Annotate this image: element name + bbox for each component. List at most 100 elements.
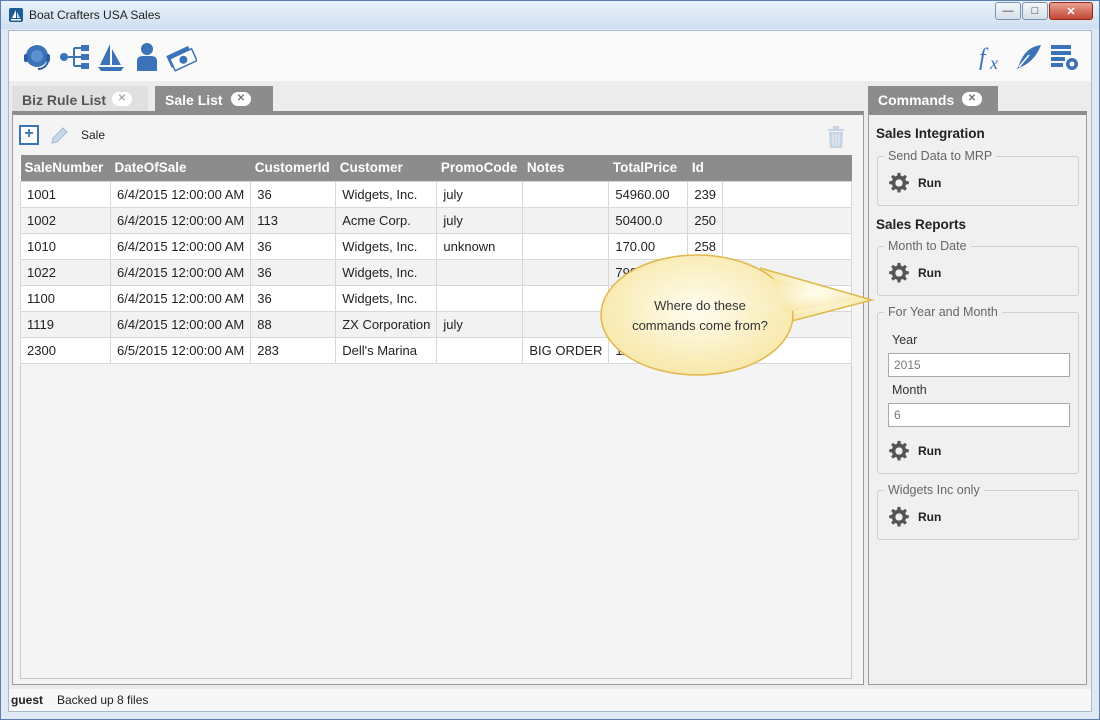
tab-sale-list[interactable]: Sale List ✕ — [155, 86, 273, 112]
column-header-customer[interactable]: Customer — [335, 155, 437, 181]
cell-dateofsale[interactable]: 6/4/2015 12:00:00 AM — [109, 232, 252, 260]
cell-notes[interactable] — [522, 310, 610, 338]
cell-promocode[interactable] — [436, 258, 524, 286]
cell-promocode[interactable]: unknown — [436, 232, 524, 260]
user-icon[interactable] — [131, 41, 163, 73]
column-header-id[interactable]: Id — [687, 155, 723, 181]
sales-reports-heading: Sales Reports — [876, 217, 967, 232]
table-row[interactable]: 1010 6/4/2015 12:00:00 AM 36 Widgets, In… — [20, 232, 852, 260]
cell-customer[interactable]: Widgets, Inc. — [335, 180, 438, 208]
cell-totalprice[interactable]: 112 — [608, 336, 689, 364]
cell-salenumber[interactable]: 1002 — [20, 206, 111, 234]
cell-salenumber[interactable]: 1001 — [20, 180, 111, 208]
tab-sale-list-close-icon[interactable]: ✕ — [231, 92, 251, 106]
cell-id[interactable]: 250 — [687, 206, 724, 234]
add-sale-button[interactable]: + — [19, 125, 39, 145]
cell-customer[interactable]: Widgets, Inc. — [335, 258, 438, 286]
maximize-button[interactable]: □ — [1022, 2, 1048, 20]
tab-biz-rule-list-close-icon[interactable]: ✕ — [112, 92, 132, 106]
run-month-to-date-button[interactable]: Run — [888, 261, 941, 285]
cell-id[interactable] — [687, 258, 724, 286]
cell-id[interactable]: 258 — [687, 232, 724, 260]
cell-customerid[interactable]: 113 — [250, 206, 337, 234]
cell-salenumber[interactable]: 1010 — [20, 232, 111, 260]
cell-id[interactable]: 239 — [687, 180, 724, 208]
cell-customer[interactable]: Widgets, Inc. — [335, 284, 438, 312]
list-settings-icon[interactable] — [1049, 41, 1081, 73]
send-data-to-mrp-group: Send Data to MRP Run — [877, 149, 1079, 206]
cell-customer[interactable]: Acme Corp. — [335, 206, 438, 234]
cell-dateofsale[interactable]: 6/4/2015 12:00:00 AM — [109, 310, 252, 338]
cell-customerid[interactable]: 36 — [250, 180, 337, 208]
cell-notes[interactable] — [522, 232, 610, 260]
cell-salenumber[interactable]: 1022 — [20, 258, 111, 286]
cell-customerid[interactable]: 36 — [250, 284, 337, 312]
run-widgets-inc-button[interactable]: Run — [888, 505, 941, 529]
column-header-customerid[interactable]: CustomerId — [250, 155, 336, 181]
cell-customer[interactable]: Dell's Marina — [335, 336, 438, 364]
tab-biz-rule-list[interactable]: Biz Rule List ✕ — [12, 86, 148, 112]
cell-filler — [722, 232, 852, 260]
cell-customerid[interactable]: 283 — [250, 336, 337, 364]
cell-totalprice[interactable]: 50400.0 — [608, 206, 689, 234]
cell-totalprice[interactable]: 170.00 — [608, 232, 689, 260]
minimize-button[interactable]: — — [995, 2, 1021, 20]
close-button[interactable]: ✕ — [1049, 2, 1093, 20]
cell-salenumber[interactable]: 1119 — [20, 310, 111, 338]
cell-promocode[interactable]: july — [436, 206, 524, 234]
cell-promocode[interactable]: july — [436, 180, 524, 208]
status-bar: guest Backed up 8 files — [9, 689, 1091, 711]
cell-notes[interactable] — [522, 180, 610, 208]
cell-customerid[interactable]: 88 — [250, 310, 337, 338]
cell-dateofsale[interactable]: 6/4/2015 12:00:00 AM — [109, 258, 252, 286]
table-row[interactable]: 2300 6/5/2015 12:00:00 AM 283 Dell's Mar… — [20, 336, 852, 364]
cell-dateofsale[interactable]: 6/5/2015 12:00:00 AM — [109, 336, 252, 364]
cell-customerid[interactable]: 36 — [250, 232, 337, 260]
svg-text:x: x — [989, 53, 998, 73]
hierarchy-icon[interactable] — [59, 41, 91, 73]
cell-customerid[interactable]: 36 — [250, 258, 337, 286]
edit-pencil-icon[interactable] — [49, 126, 69, 146]
sailboat-icon[interactable] — [95, 41, 127, 73]
run-send-data-button[interactable]: Run — [888, 171, 941, 195]
cell-customer[interactable]: ZX Corporation — [335, 310, 438, 338]
cell-notes[interactable] — [522, 206, 610, 234]
column-header-notes[interactable]: Notes — [522, 155, 609, 181]
gear-icon — [889, 440, 909, 461]
cell-salenumber[interactable]: 2300 — [20, 336, 111, 364]
cell-dateofsale[interactable]: 6/4/2015 12:00:00 AM — [109, 284, 252, 312]
year-input[interactable]: 2015 — [888, 353, 1070, 377]
column-header-salenumber[interactable]: SaleNumber — [20, 155, 111, 181]
cell-salenumber[interactable]: 1100 — [20, 284, 111, 312]
cell-totalprice[interactable]: 790 — [608, 258, 689, 286]
money-icon[interactable] — [165, 41, 197, 73]
cell-promocode[interactable]: july — [436, 310, 524, 338]
cell-customer[interactable]: Widgets, Inc. — [335, 232, 438, 260]
cell-dateofsale[interactable]: 6/4/2015 12:00:00 AM — [109, 206, 252, 234]
cell-dateofsale[interactable]: 6/4/2015 12:00:00 AM — [109, 180, 252, 208]
column-header-totalprice[interactable]: TotalPrice — [608, 155, 688, 181]
table-row[interactable]: 1001 6/4/2015 12:00:00 AM 36 Widgets, In… — [20, 180, 852, 208]
title-bar[interactable]: Boat Crafters USA Sales — □ ✕ — [1, 1, 1099, 29]
run-year-month-button[interactable]: Run — [888, 439, 941, 463]
column-header-dateofsale[interactable]: DateOfSale — [110, 155, 251, 181]
cell-promocode[interactable] — [436, 336, 524, 364]
table-row[interactable]: 1022 6/4/2015 12:00:00 AM 36 Widgets, In… — [20, 258, 852, 286]
quill-icon[interactable] — [1013, 41, 1045, 73]
gear-icon — [889, 262, 909, 283]
table-row[interactable]: 1002 6/4/2015 12:00:00 AM 113 Acme Corp.… — [20, 206, 852, 234]
cell-notes[interactable]: BIG ORDER — [522, 336, 610, 364]
support-icon[interactable] — [21, 41, 53, 73]
cell-notes[interactable] — [522, 284, 610, 312]
year-and-month-title: For Year and Month — [884, 305, 1002, 319]
cell-notes[interactable] — [522, 258, 610, 286]
cell-promocode[interactable] — [436, 284, 524, 312]
column-header-promocode[interactable]: PromoCode — [436, 155, 523, 181]
function-icon[interactable]: f x — [977, 41, 1009, 73]
cell-id[interactable] — [687, 336, 724, 364]
tab-commands-close-icon[interactable]: ✕ — [962, 92, 982, 106]
delete-trash-icon[interactable] — [827, 126, 845, 148]
cell-totalprice[interactable]: 54960.00 — [608, 180, 689, 208]
tab-commands[interactable]: Commands ✕ — [868, 86, 998, 112]
month-input[interactable]: 6 — [888, 403, 1070, 427]
